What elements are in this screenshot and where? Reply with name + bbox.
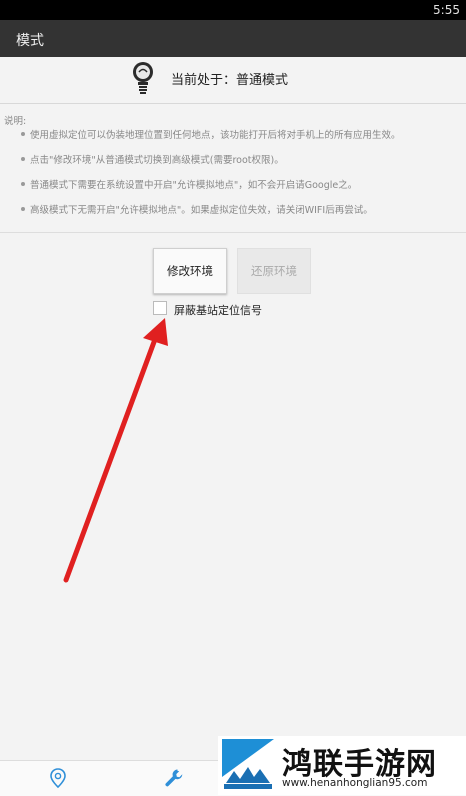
watermark-logo-icon [220,737,276,792]
location-pin-icon[interactable] [47,767,69,789]
lightbulb-icon [133,62,153,94]
instruction-item: 高级模式下无需开启"允许模拟地点"。如果虚拟定位失效，请关闭WIFI后再尝试。 [21,202,373,216]
status-bar: 5:55 [0,0,466,20]
annotation-arrow [63,318,168,583]
current-mode-text: 当前处于：普通模式 [171,73,289,88]
action-bar: 模式 [0,20,466,57]
divider [0,103,466,104]
instruction-item: 使用虚拟定位可以伪装地理位置到任何地点，该功能打开后将对手机上的所有应用生效。 [21,127,401,141]
instruction-item: 普通模式下需要在系统设置中开启"允许模拟地点"，如不会开启请Google之。 [20,177,357,191]
divider [0,232,466,233]
block-cell-location-checkbox[interactable] [153,301,167,315]
site-watermark: 鸿联手游网 www.henanhonglian95.com [218,736,466,795]
status-time: 5:55 [433,3,460,17]
wrench-icon[interactable] [163,767,185,789]
instructions-label: 说明: [4,116,27,127]
instruction-item: 点击"修改环境"从普通模式切换到高级模式(需要root权限)。 [21,152,284,166]
block-cell-location-label: 屏蔽基站定位信号 [174,304,262,317]
mode-header: 当前处于：普通模式 [0,57,466,102]
modify-environment-button[interactable]: 修改环境 [153,248,227,294]
restore-environment-button[interactable]: 还原环境 [237,248,311,294]
watermark-url: www.henanhonglian95.com [282,777,428,789]
page-title: 模式 [16,33,44,49]
